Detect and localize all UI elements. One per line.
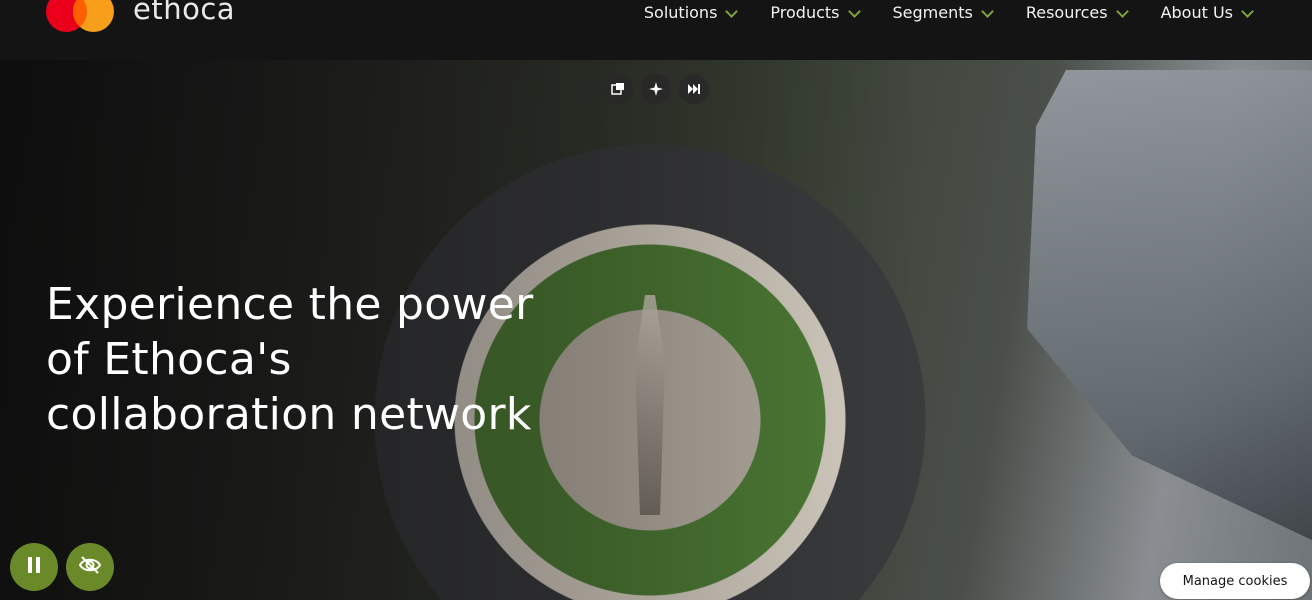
chevron-down-icon	[725, 4, 739, 18]
nav-item-resources[interactable]: Resources	[1025, 0, 1129, 24]
brand-name[interactable]: ethoca	[133, 0, 235, 26]
hero-title-line: Experience the power	[46, 279, 534, 331]
pause-icon	[26, 557, 42, 577]
pause-button[interactable]	[10, 543, 58, 591]
nav-item-products[interactable]: Products	[770, 0, 861, 24]
hero-title-line: collaboration network	[46, 389, 532, 441]
nav-item-label: About Us	[1160, 2, 1233, 22]
nav-item-label: Solutions	[643, 2, 718, 22]
nav-item-solutions[interactable]: Solutions	[643, 0, 739, 24]
chevron-down-icon	[1241, 4, 1254, 18]
hero-title-line: of Ethoca's	[46, 334, 292, 386]
nav-item-segments[interactable]: Segments	[892, 0, 994, 24]
skip-forward-icon[interactable]	[679, 74, 709, 104]
eye-slash-icon	[78, 555, 102, 579]
main-nav: Solutions Products Segments Resources Ab…	[610, 0, 1254, 30]
hero-title: Experience the power of Ethoca's collabo…	[46, 277, 646, 442]
chevron-down-icon	[847, 4, 861, 18]
manage-cookies-button[interactable]: Manage cookies	[1160, 563, 1310, 599]
mastercard-logo[interactable]	[46, 0, 114, 32]
site-header: ethoca Solutions Products Segments Resou…	[0, 0, 1312, 60]
chevron-down-icon	[1115, 4, 1129, 18]
sparkle-icon[interactable]	[641, 74, 671, 104]
nav-item-about-us[interactable]: About Us	[1160, 0, 1254, 24]
chevron-down-icon	[980, 4, 994, 18]
hide-animation-button[interactable]	[66, 543, 114, 591]
hero-video-background: Experience the power of Ethoca's collabo…	[0, 60, 1312, 600]
nav-item-label: Products	[770, 2, 840, 22]
logo-overlap	[73, 0, 87, 32]
picture-in-picture-icon[interactable]	[603, 74, 633, 104]
nav-item-label: Resources	[1025, 2, 1108, 22]
nav-item-label: Segments	[892, 2, 973, 22]
video-overlay-controls	[603, 74, 709, 104]
